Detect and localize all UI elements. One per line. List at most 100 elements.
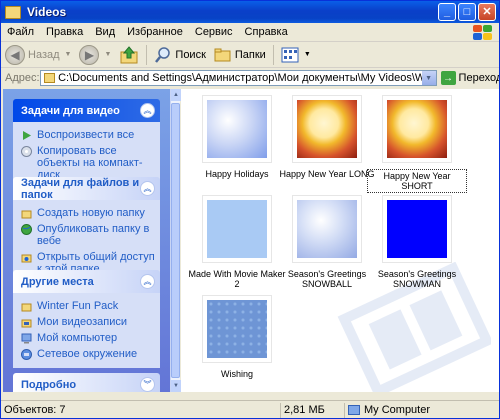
computer-icon bbox=[21, 333, 32, 344]
video-tasks-header[interactable]: Задачи для видео ︽ bbox=[13, 99, 160, 122]
scroll-up-button[interactable]: ▲ bbox=[171, 89, 181, 101]
scroll-down-button[interactable]: ▼ bbox=[171, 380, 181, 392]
close-button[interactable]: ✕ bbox=[478, 3, 496, 21]
video-thumbnail bbox=[207, 100, 267, 158]
scroll-thumb[interactable] bbox=[171, 103, 180, 378]
details-panel: Подробно ︾ bbox=[13, 373, 160, 392]
file-name: Happy New Year SHORT bbox=[367, 169, 467, 193]
cd-icon bbox=[21, 146, 32, 157]
views-button[interactable]: ▼ bbox=[277, 44, 315, 66]
folders-button[interactable]: Папки bbox=[210, 44, 270, 66]
file-name: Wishing bbox=[220, 369, 253, 379]
address-label: Адрес: bbox=[5, 72, 40, 84]
folder-icon bbox=[5, 5, 21, 19]
thumbnail-frame bbox=[292, 95, 362, 163]
expand-chevron-icon[interactable]: ︾ bbox=[140, 377, 155, 392]
minimize-button[interactable]: _ bbox=[438, 3, 456, 21]
place-my-computer[interactable]: Мой компьютер bbox=[21, 332, 156, 344]
video-thumbnail bbox=[207, 300, 267, 358]
status-bar: Объектов: 7 2,81 МБ My Computer bbox=[1, 400, 499, 418]
new-folder-link[interactable]: Создать новую папку bbox=[21, 207, 156, 219]
folder-icon bbox=[21, 303, 32, 312]
video-thumbnail bbox=[297, 200, 357, 258]
menu-favorites[interactable]: Избранное bbox=[121, 26, 189, 38]
publish-web-link[interactable]: Опубликовать папку в вебе bbox=[21, 223, 156, 247]
views-icon bbox=[281, 47, 299, 62]
other-places-title: Другие места bbox=[21, 275, 94, 288]
file-item[interactable]: Season's Greetings SNOWBALL bbox=[277, 195, 377, 289]
collapse-chevron-icon[interactable]: ︽ bbox=[140, 103, 155, 118]
play-all-link[interactable]: Воспроизвести все bbox=[21, 129, 156, 141]
play-icon bbox=[23, 131, 31, 140]
file-item[interactable]: Made With Movie Maker 2 bbox=[187, 195, 287, 289]
address-dropdown-button[interactable]: ▼ bbox=[421, 71, 436, 85]
place-winter-fun-pack[interactable]: Winter Fun Pack bbox=[21, 300, 156, 312]
menu-edit[interactable]: Правка bbox=[40, 26, 89, 38]
file-item[interactable]: Happy Holidays bbox=[187, 95, 287, 179]
video-thumbnail bbox=[387, 200, 447, 258]
place-network[interactable]: Сетевое окружение bbox=[21, 348, 156, 360]
toolbar: ◀ Назад ▼ ▶ ▼ Поиск Папки ▼ bbox=[1, 42, 499, 68]
share-icon bbox=[21, 254, 32, 263]
search-label: Поиск bbox=[175, 48, 206, 61]
folders-label: Папки bbox=[234, 48, 266, 61]
search-icon bbox=[155, 46, 171, 63]
thumbnail-frame bbox=[202, 95, 272, 163]
computer-icon bbox=[348, 405, 360, 415]
address-input[interactable]: C:\Documents and Settings\Администратор\… bbox=[39, 70, 437, 86]
up-folder-button[interactable] bbox=[115, 44, 143, 66]
collapse-chevron-icon[interactable]: ︽ bbox=[140, 274, 155, 289]
back-arrow-icon: ◀ bbox=[5, 44, 25, 65]
thumbnail-frame bbox=[292, 195, 362, 263]
status-object-count: Объектов: 7 bbox=[1, 402, 281, 418]
title-bar[interactable]: Videos _ □ ✕ bbox=[1, 1, 499, 23]
toolbar-separator bbox=[272, 44, 274, 65]
file-name: Happy Holidays bbox=[205, 169, 269, 179]
menu-view[interactable]: Вид bbox=[89, 26, 121, 38]
menu-help[interactable]: Справка bbox=[239, 26, 294, 38]
file-item[interactable]: Wishing bbox=[187, 295, 287, 379]
status-size: 2,81 МБ bbox=[281, 402, 345, 418]
back-label: Назад bbox=[28, 48, 60, 61]
forward-button[interactable]: ▶ ▼ bbox=[75, 44, 115, 66]
folder-icon bbox=[43, 73, 56, 83]
other-places-header[interactable]: Другие места ︽ bbox=[13, 270, 160, 293]
window-title: Videos bbox=[27, 5, 67, 19]
forward-arrow-icon: ▶ bbox=[79, 44, 100, 65]
task-pane: Задачи для видео ︽ Воспроизвести все Коп… bbox=[3, 89, 170, 392]
back-button[interactable]: ◀ Назад ▼ bbox=[1, 44, 75, 66]
file-name: Made With Movie Maker 2 bbox=[188, 269, 286, 289]
chevron-down-icon: ▼ bbox=[64, 51, 72, 58]
video-thumbnail bbox=[207, 200, 267, 258]
search-button[interactable]: Поиск bbox=[150, 44, 209, 66]
task-pane-scrollbar[interactable]: ▲ ▼ bbox=[170, 89, 181, 392]
file-item-selected[interactable]: Happy New Year SHORT bbox=[367, 95, 467, 193]
file-view[interactable]: Happy Holidays Happy New Year LONG Happy… bbox=[181, 89, 499, 392]
maximize-button[interactable]: □ bbox=[458, 3, 476, 21]
details-title: Подробно bbox=[21, 378, 77, 391]
menu-tools[interactable]: Сервис bbox=[189, 26, 239, 38]
address-path: C:\Documents and Settings\Администратор\… bbox=[58, 72, 435, 84]
file-tasks-header[interactable]: Задачи для файлов и папок ︽ bbox=[13, 177, 160, 201]
details-header[interactable]: Подробно ︾ bbox=[13, 373, 160, 392]
explorer-window: Videos _ □ ✕ Файл Правка Вид Избранное С… bbox=[0, 0, 500, 419]
toolbar-separator bbox=[146, 44, 148, 65]
go-button[interactable]: → Переход bbox=[440, 71, 499, 85]
collapse-chevron-icon[interactable]: ︽ bbox=[140, 181, 155, 196]
chevron-down-icon: ▼ bbox=[104, 51, 112, 58]
menu-bar: Файл Правка Вид Избранное Сервис Справка bbox=[1, 23, 499, 42]
video-tasks-title: Задачи для видео bbox=[21, 104, 120, 117]
thumbnail-frame bbox=[382, 195, 452, 263]
thumbnail-frame bbox=[202, 295, 272, 363]
other-places-panel: Другие места ︽ Winter Fun Pack Мои видео… bbox=[13, 270, 160, 368]
file-name: Season's Greetings SNOWBALL bbox=[287, 269, 367, 289]
network-icon bbox=[21, 349, 32, 360]
globe-icon bbox=[21, 224, 32, 235]
menu-file[interactable]: Файл bbox=[1, 26, 40, 38]
file-name: Happy New Year LONG bbox=[279, 169, 375, 179]
place-my-videos[interactable]: Мои видеозаписи bbox=[21, 316, 156, 328]
video-thumbnail bbox=[387, 100, 447, 158]
file-item[interactable]: Happy New Year LONG bbox=[277, 95, 377, 179]
video-folder-icon bbox=[21, 319, 32, 328]
file-item[interactable]: Season's Greetings SNOWMAN bbox=[367, 195, 467, 289]
